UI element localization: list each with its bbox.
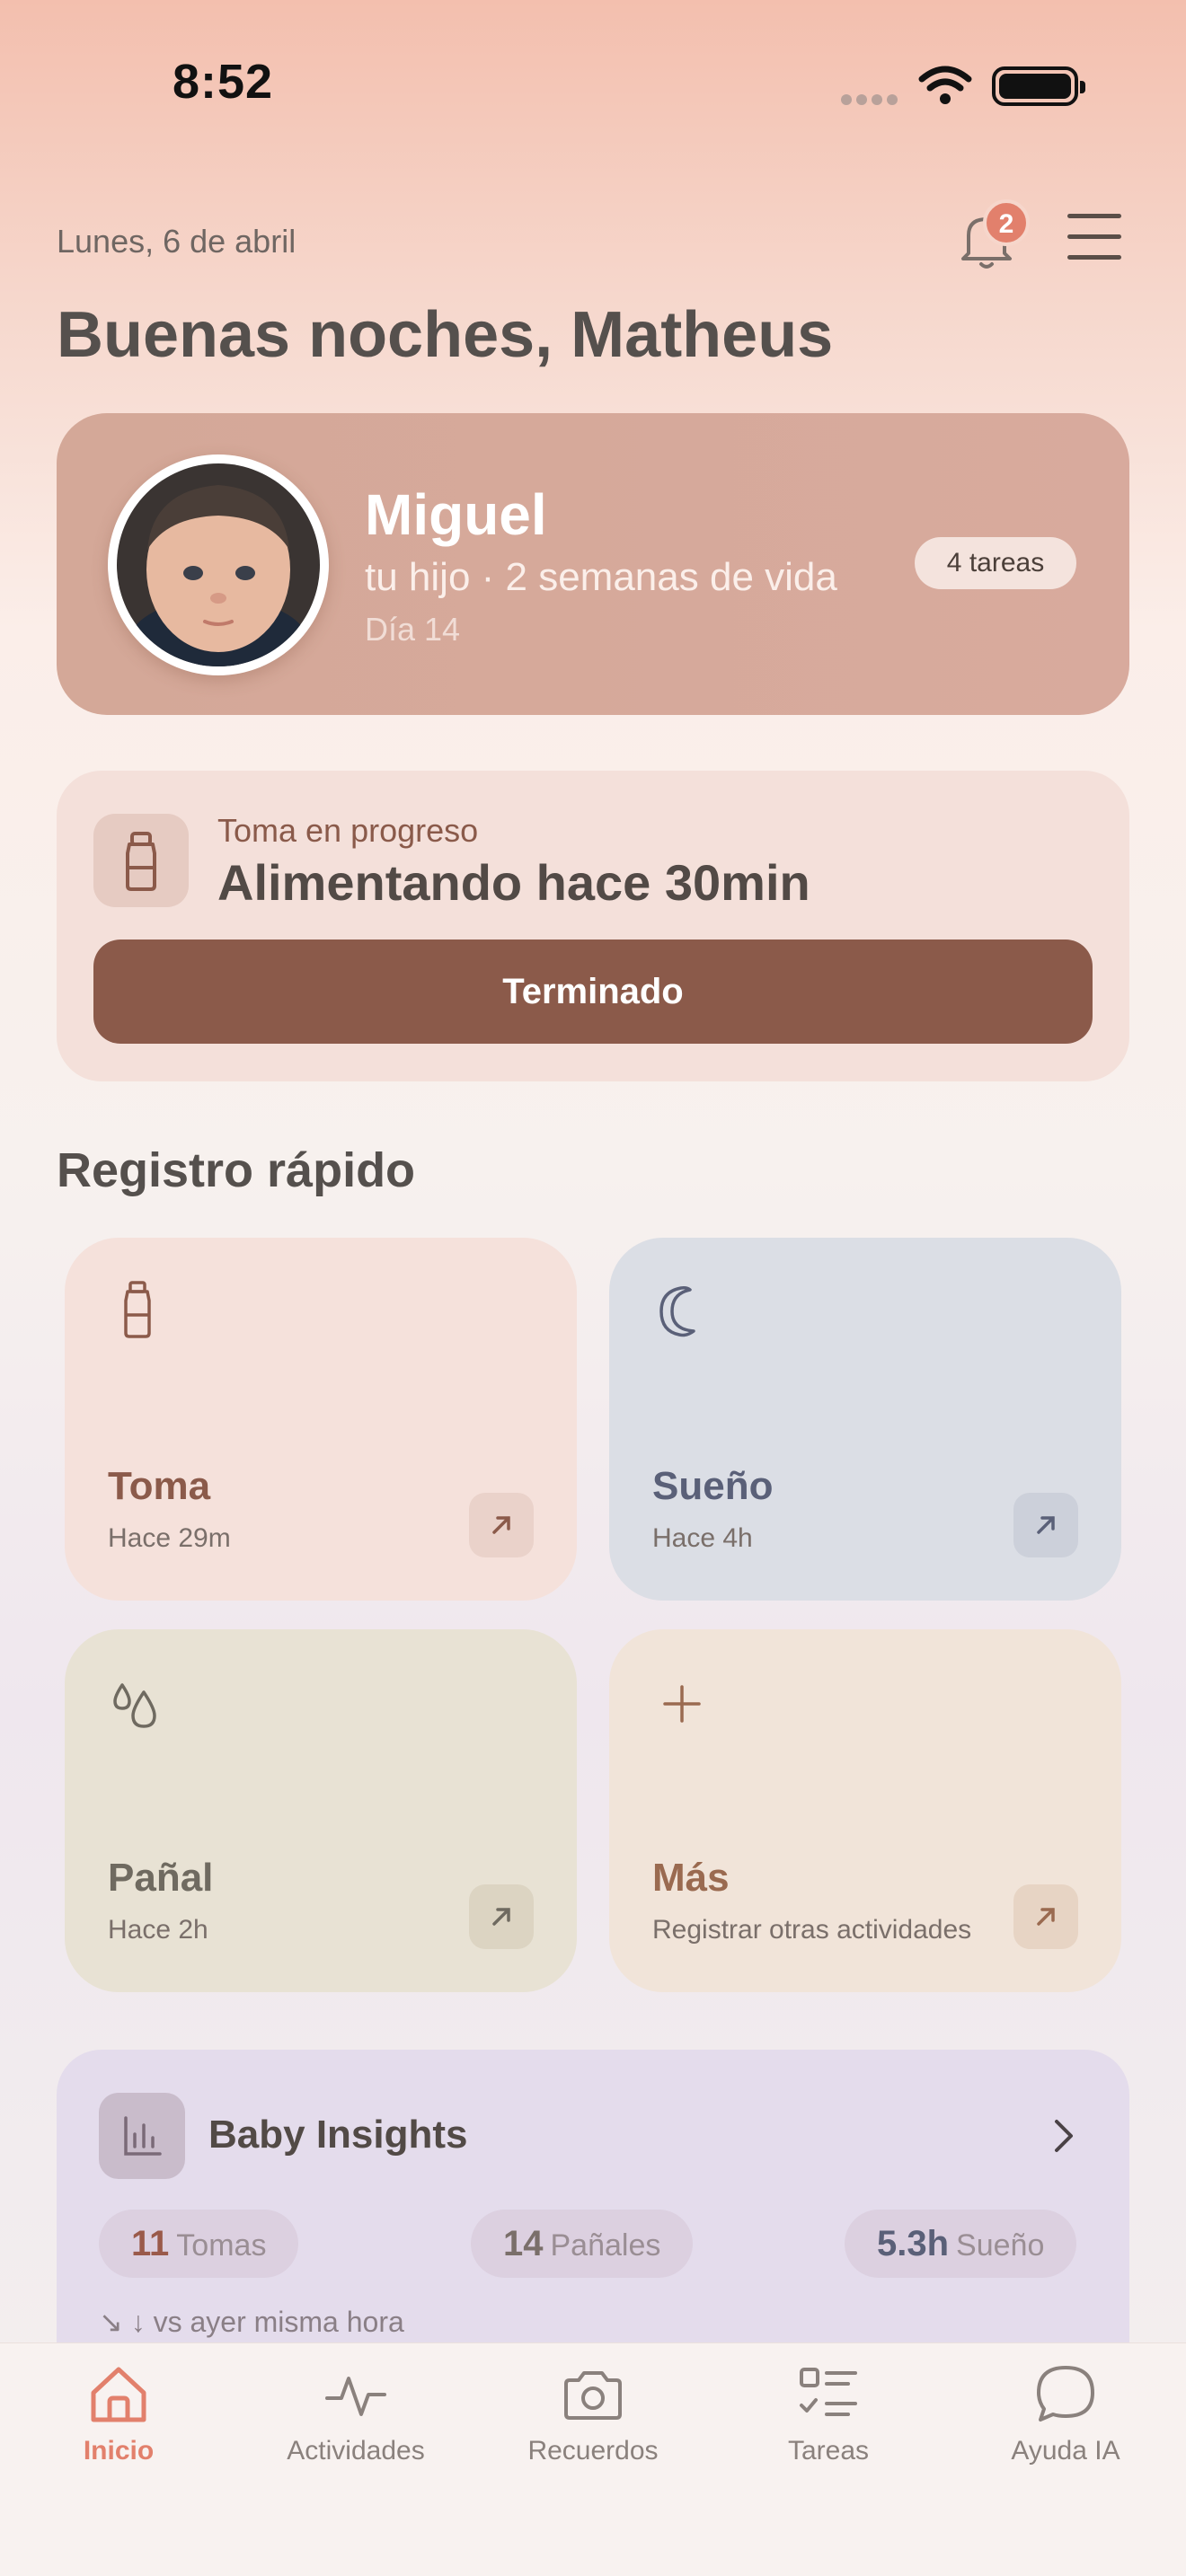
- stat-sleep-label: Sueño: [956, 2228, 1045, 2263]
- nav-label-ai-help: Ayuda IA: [1011, 2436, 1120, 2466]
- status-time: 8:52: [173, 55, 274, 109]
- bar-chart-icon: [99, 2093, 185, 2179]
- arrow-up-right-icon[interactable]: [469, 1884, 534, 1949]
- plus-icon: [663, 1685, 701, 1723]
- stat-diapers: 14 Pañales: [471, 2210, 694, 2278]
- nav-item-tasks[interactable]: Tareas: [730, 2360, 927, 2486]
- bottle-icon: [124, 1281, 151, 1338]
- baby-photo: [117, 463, 320, 666]
- nav-item-memories[interactable]: Recuerdos: [494, 2360, 692, 2486]
- nav-item-activities[interactable]: Actividades: [257, 2360, 455, 2486]
- chevron-right-icon[interactable]: [1048, 2116, 1080, 2156]
- arrow-up-right-icon[interactable]: [1013, 1884, 1078, 1949]
- arrow-up-right-icon[interactable]: [1013, 1493, 1078, 1557]
- current-date: Lunes, 6 de abril: [57, 223, 296, 260]
- chat-bubble-icon: [1037, 2366, 1094, 2422]
- nav-label-tasks: Tareas: [787, 2436, 870, 2466]
- baby-avatar[interactable]: [108, 454, 329, 675]
- baby-day: Día 14: [365, 611, 461, 648]
- feeding-title: Alimentando hace 30min: [217, 854, 810, 911]
- stat-diapers-label: Pañales: [550, 2228, 661, 2263]
- tile-feeding-title: Toma: [108, 1464, 211, 1508]
- nav-label-activities: Actividades: [287, 2436, 425, 2466]
- tasks-badge[interactable]: 4 tareas: [915, 537, 1076, 589]
- bottle-icon: [93, 814, 189, 907]
- stat-sleep: 5.3h Sueño: [845, 2210, 1077, 2278]
- finish-feeding-button[interactable]: Terminado: [93, 940, 1093, 1044]
- stat-feedings: 11 Tomas: [99, 2210, 299, 2278]
- nav-item-home[interactable]: Inicio: [20, 2360, 217, 2486]
- moon-icon: [659, 1286, 695, 1337]
- nav-label-home: Inicio: [83, 2436, 155, 2466]
- notification-badge: 2: [983, 199, 1030, 246]
- drops-icon: [113, 1683, 156, 1728]
- comparison-label: vs ayer misma hora: [153, 2306, 404, 2338]
- home-icon: [91, 2367, 146, 2422]
- insights-comparison: ↘ ↓ vs ayer misma hora: [99, 2305, 404, 2339]
- nav-item-ai-help[interactable]: Ayuda IA: [967, 2360, 1164, 2486]
- checklist-icon: [800, 2368, 857, 2416]
- feeding-label: Toma en progreso: [217, 812, 479, 849]
- menu-icon[interactable]: [1067, 214, 1121, 264]
- arrow-down-icon: ↓: [130, 2306, 146, 2338]
- tile-more-title: Más: [652, 1856, 730, 1900]
- arrow-up-right-icon[interactable]: [469, 1493, 534, 1557]
- signal-dots-icon: [841, 93, 904, 106]
- stat-feedings-label: Tomas: [176, 2228, 267, 2263]
- wifi-icon: [918, 66, 972, 104]
- tile-sleep-subtitle: Hace 4h: [652, 1523, 753, 1553]
- quick-log-title: Registro rápido: [57, 1143, 416, 1197]
- tile-feeding-subtitle: Hace 29m: [108, 1523, 231, 1553]
- baby-name: Miguel: [365, 482, 547, 547]
- stat-feedings-value: 11: [131, 2224, 170, 2263]
- camera-icon: [564, 2371, 622, 2420]
- insights-title: Baby Insights: [208, 2113, 468, 2157]
- battery-icon: [992, 66, 1085, 106]
- tile-diaper-title: Pañal: [108, 1856, 214, 1900]
- tile-more-subtitle: Registrar otras actividades: [652, 1915, 972, 1945]
- trend-down-icon: ↘: [99, 2306, 123, 2338]
- tile-sleep-title: Sueño: [652, 1464, 774, 1508]
- tile-diaper-subtitle: Hace 2h: [108, 1915, 208, 1945]
- greeting-title: Buenas noches, Matheus: [57, 299, 834, 371]
- activity-icon: [325, 2377, 386, 2416]
- stat-sleep-value: 5.3h: [877, 2224, 950, 2263]
- baby-subtitle: tu hijo · 2 semanas de vida: [365, 555, 837, 599]
- stat-diapers-value: 14: [503, 2224, 544, 2263]
- nav-label-memories: Recuerdos: [527, 2436, 659, 2466]
